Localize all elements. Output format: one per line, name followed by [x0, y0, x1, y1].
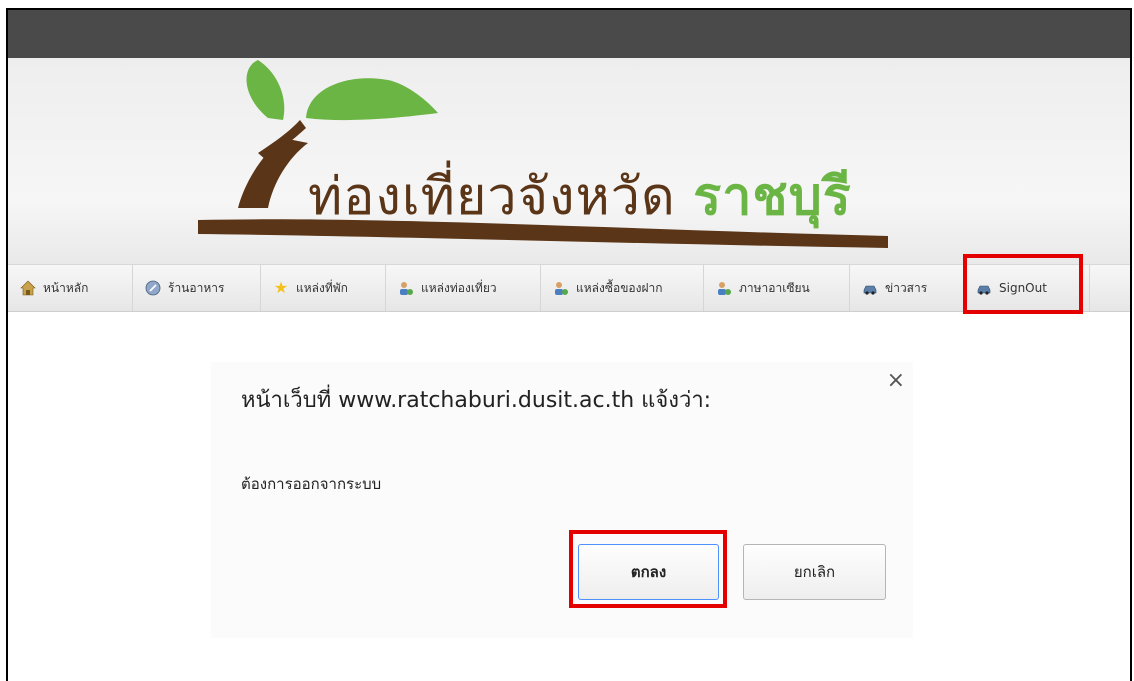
nav-label: SignOut: [999, 281, 1047, 295]
star-icon: ★: [273, 278, 289, 297]
site-title: ท่องเที่ยวจังหวัด ราชบุรี: [308, 154, 852, 237]
nav-label: ภาษาอาเซียน: [739, 280, 810, 295]
car-icon: [976, 280, 992, 296]
nav-label: แหล่งซื้อของฝาก: [576, 280, 663, 295]
users-icon: [398, 280, 414, 296]
nav-item-restaurant[interactable]: ร้านอาหาร: [133, 265, 261, 311]
cancel-button[interactable]: ยกเลิก: [743, 544, 886, 600]
nav-item-asean-language[interactable]: ภาษาอาเซียน: [704, 265, 850, 311]
users-icon: [553, 280, 569, 296]
close-icon[interactable]: ×: [887, 368, 905, 393]
site-banner: ท่องเที่ยวจังหวัด ราชบุรี: [8, 58, 1130, 264]
home-icon: [20, 280, 36, 296]
main-nav: หน้าหลัก ร้านอาหาร ★ แหล่งที่พัก แหล่งท่…: [8, 264, 1130, 312]
nav-item-souvenirs[interactable]: แหล่งซื้อของฝาก: [541, 265, 704, 311]
dialog-title: หน้าเว็บที่ www.ratchaburi.dusit.ac.th แ…: [241, 388, 712, 413]
browser-frame: ท่องเที่ยวจังหวัด ราชบุรี หน้าหลัก ร้านอ…: [6, 8, 1132, 681]
nav-label: หน้าหลัก: [43, 280, 89, 295]
confirm-dialog: หน้าเว็บที่ www.ratchaburi.dusit.ac.th แ…: [211, 362, 913, 638]
ok-button[interactable]: ตกลง: [578, 544, 719, 600]
car-icon: [862, 280, 878, 296]
nav-item-home[interactable]: หน้าหลัก: [8, 265, 133, 311]
nav-label: ร้านอาหาร: [168, 280, 225, 295]
restaurant-icon: [145, 280, 161, 296]
users-icon: [716, 280, 732, 296]
nav-label: ข่าวสาร: [885, 280, 928, 295]
nav-item-signout[interactable]: SignOut: [964, 265, 1090, 311]
nav-item-accommodation[interactable]: ★ แหล่งที่พัก: [261, 265, 386, 311]
site-title-main: ท่องเที่ยวจังหวัด: [308, 167, 676, 227]
nav-item-news[interactable]: ข่าวสาร: [850, 265, 964, 311]
top-bar: [8, 10, 1130, 58]
site-title-accent: ราชบุรี: [693, 167, 852, 227]
nav-label: แหล่งท่องเที่ยว: [421, 280, 497, 295]
dialog-message: ต้องการออกจากระบบ: [241, 475, 382, 493]
nav-label: แหล่งที่พัก: [296, 280, 348, 295]
nav-item-attractions[interactable]: แหล่งท่องเที่ยว: [386, 265, 541, 311]
